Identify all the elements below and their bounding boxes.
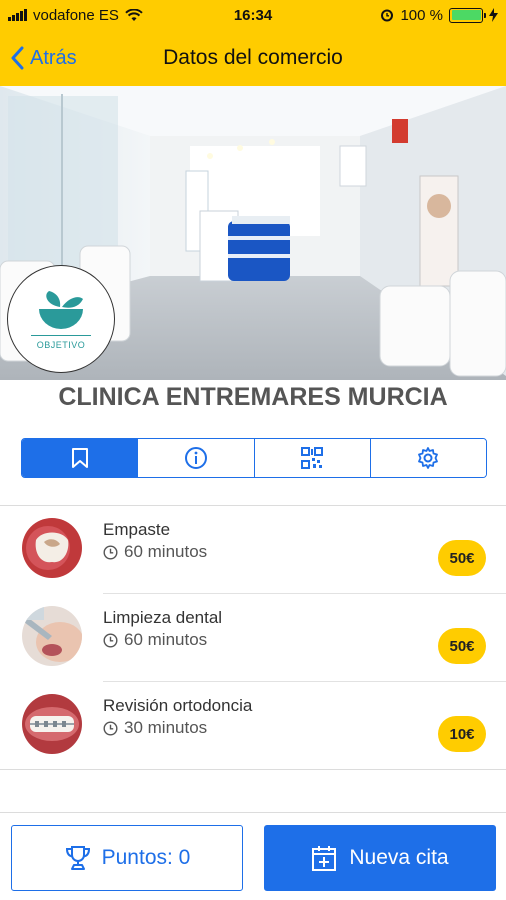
leaf-bowl-icon xyxy=(39,290,83,329)
nav-bar: Atrás Datos del comercio xyxy=(0,30,506,86)
back-button[interactable]: Atrás xyxy=(10,30,77,86)
qr-code-icon xyxy=(301,447,324,469)
service-row-limpieza[interactable]: Limpieza dental 60 minutos 50€ xyxy=(0,594,506,682)
service-name: Empaste xyxy=(103,520,171,539)
trophy-icon xyxy=(65,846,90,870)
duration-text: 60 minutos xyxy=(124,630,208,649)
status-right: 100 % xyxy=(308,7,498,24)
alarm-icon xyxy=(381,9,394,22)
clock-icon xyxy=(103,544,118,560)
service-row-empaste[interactable]: Empaste 60 minutos 50€ xyxy=(0,506,506,594)
logo-text: OBJETIVO xyxy=(36,339,86,350)
calendar-add-icon xyxy=(312,846,337,871)
business-logo: OBJETIVO xyxy=(7,265,115,373)
new-appointment-button[interactable]: Nueva cita xyxy=(264,825,496,891)
price-badge: 10€ xyxy=(438,716,486,752)
list-bottom-divider xyxy=(0,769,506,770)
bookmark-icon xyxy=(71,448,88,468)
logo-divider xyxy=(31,334,91,336)
battery-icon xyxy=(449,7,486,23)
service-name: Limpieza dental xyxy=(103,608,223,627)
back-label: Atrás xyxy=(30,46,77,69)
points-button[interactable]: Puntos: 0 xyxy=(11,825,243,891)
clock-icon xyxy=(103,720,118,736)
clock-icon xyxy=(103,632,118,648)
price-badge: 50€ xyxy=(438,628,486,664)
price-badge: 50€ xyxy=(438,540,486,576)
duration-text: 30 minutos xyxy=(124,718,208,737)
braces-image xyxy=(22,694,82,754)
tab-services[interactable] xyxy=(22,439,139,477)
service-row-ortodoncia[interactable]: Revisión ortodoncia 30 minutos 10€ xyxy=(0,682,506,770)
signal-icon xyxy=(8,9,27,21)
tab-bar xyxy=(21,438,487,478)
tab-qr[interactable] xyxy=(254,439,371,477)
bottom-bar: Puntos: 0 Nueva cita xyxy=(0,812,506,900)
service-duration: 30 minutos xyxy=(103,718,207,738)
chevron-left-icon xyxy=(11,46,24,70)
status-left: vodafone ES xyxy=(8,7,198,24)
tab-info[interactable] xyxy=(138,439,255,477)
info-icon xyxy=(184,447,207,469)
carrier-label: vodafone ES xyxy=(33,6,119,24)
service-duration: 60 minutos xyxy=(103,542,207,562)
gear-icon xyxy=(418,447,439,469)
tab-settings[interactable] xyxy=(370,439,486,477)
service-duration: 60 minutos xyxy=(103,630,207,650)
status-bar: vodafone ES 16:34 100 % xyxy=(0,0,506,30)
tooth-filling-image xyxy=(22,518,82,578)
service-name: Revisión ortodoncia xyxy=(103,696,253,715)
dental-cleaning-image xyxy=(22,606,82,666)
wifi-icon xyxy=(125,8,143,21)
new-appointment-label: Nueva cita xyxy=(349,846,449,869)
battery-percent: 100 % xyxy=(400,6,443,24)
status-time: 16:34 xyxy=(233,6,273,24)
points-label: Puntos: 0 xyxy=(101,846,191,869)
duration-text: 60 minutos xyxy=(124,542,208,561)
business-name: CLINICA ENTREMARES MURCIA xyxy=(58,383,448,411)
charging-bolt-icon xyxy=(489,8,498,22)
